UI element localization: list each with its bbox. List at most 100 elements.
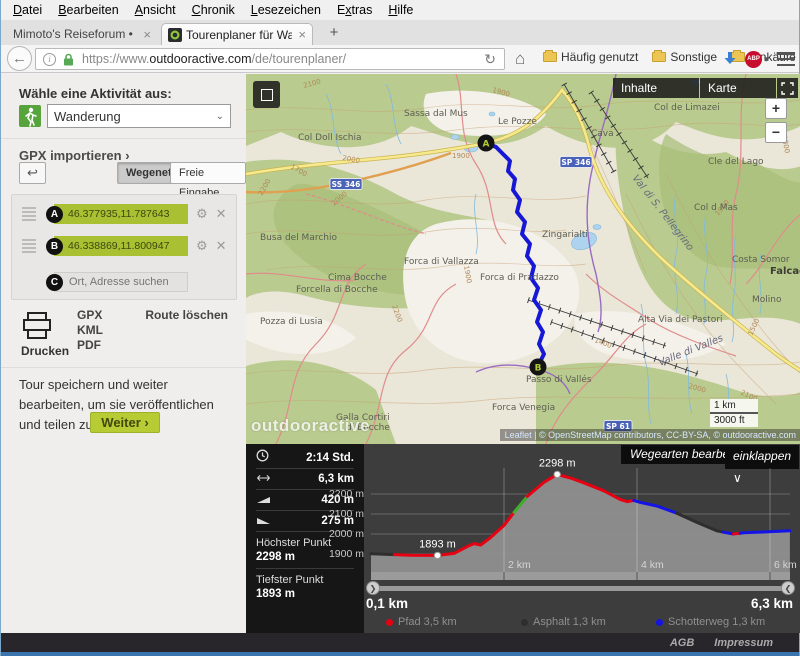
export-gpx-link[interactable]: GPX	[77, 308, 103, 323]
reload-icon[interactable]: ↻	[476, 51, 504, 68]
legend-dot	[386, 619, 393, 626]
adblock-button[interactable]: ABP ▾	[745, 51, 769, 68]
road-shield: SP 346	[561, 158, 590, 167]
gear-icon[interactable]: ⚙	[196, 238, 208, 254]
waytype-legend: Pfad 3,5 kmAsphalt 1,3 kmSchotterweg 1,3…	[386, 616, 791, 628]
activity-value: Wanderung	[54, 109, 121, 124]
menu-lesezeichen[interactable]: Lesezeichen	[243, 1, 329, 19]
route-marker-a[interactable]: A	[478, 135, 495, 152]
printer-icon[interactable]	[21, 312, 53, 345]
continue-button[interactable]: Weiter ›	[90, 412, 160, 433]
folder-icon	[543, 52, 557, 62]
menu-extras[interactable]: Extras	[329, 1, 380, 19]
close-icon[interactable]: ×	[292, 27, 312, 42]
area-select-button[interactable]	[253, 81, 280, 108]
legend-dot	[521, 619, 528, 626]
map-label: Molino	[752, 295, 782, 305]
zoom-controls: + −	[765, 98, 787, 146]
gear-icon[interactable]: ⚙	[196, 206, 208, 222]
legend-label: Asphalt 1,3 km	[533, 616, 606, 628]
undo-button[interactable]: ↩	[19, 162, 46, 184]
elevation-chart[interactable]: 2 km4 km6 km2298 m1893 m	[366, 456, 800, 586]
map-label: Cava	[591, 129, 614, 139]
range-slider[interactable]: ❯ ❮	[370, 586, 791, 591]
tab-reiseforum[interactable]: Mimoto's Reiseforum • Ungel... ×	[9, 23, 157, 45]
address-search-input[interactable]	[54, 272, 188, 292]
remove-waypoint-icon[interactable]: ✕	[216, 206, 227, 222]
drag-handle-icon[interactable]	[22, 239, 36, 254]
outdooractive-watermark: outdooractive	[251, 416, 370, 436]
map-label: Col d Mas	[694, 203, 738, 213]
gpx-import-link[interactable]: GPX importieren ›	[19, 148, 130, 163]
map-label: Cima Bocche	[328, 273, 387, 283]
tab-tourenplaner[interactable]: Tourenplaner für Wandere... ×	[161, 23, 313, 45]
download-icon[interactable]	[723, 51, 737, 71]
waypoint-a-input[interactable]	[54, 204, 188, 224]
menu-datei[interactable]: Datei	[5, 1, 50, 19]
hamburger-menu-button[interactable]	[777, 52, 795, 66]
map[interactable]: SS 346SP 346SP 61 2100190020001800170020…	[246, 74, 800, 444]
map-attribution: Leaflet | © OpenStreetMap contributors, …	[500, 429, 800, 441]
map-label: Zingarialti	[542, 230, 588, 240]
map-label: Forcella di Bocche	[296, 285, 378, 295]
activity-heading: Wähle eine Aktivität aus:	[19, 86, 172, 101]
lowest-point-value: 1893 m	[256, 586, 354, 605]
lowest-point-label: Tiefster Punkt	[256, 569, 354, 586]
impressum-link[interactable]: Impressum	[714, 637, 773, 649]
map-label: Col Doll Ischia	[298, 133, 361, 143]
map-label: Forca Venegia	[492, 403, 555, 413]
legend-dot	[656, 619, 663, 626]
map-label: Costa Somor	[732, 255, 790, 265]
point-label: 1893 m	[419, 538, 456, 550]
map-label: Alta Via dei Pastori	[638, 315, 722, 325]
info-icon[interactable]: i	[43, 53, 56, 66]
topo-map[interactable]: SS 346SP 346SP 61 2100190020001800170020…	[246, 74, 800, 444]
chevron-down-icon: ▾	[764, 54, 769, 65]
route-marker-b[interactable]: B	[530, 359, 547, 376]
back-button[interactable]: ←	[7, 46, 32, 71]
waypoint-b-input[interactable]	[54, 236, 188, 256]
menu-chronik[interactable]: Chronik	[184, 1, 243, 19]
chevron-down-icon: ⌄	[216, 111, 224, 122]
bookmark-häufig-genutzt[interactable]: Häufig genutzt	[543, 50, 638, 64]
slider-handle-right[interactable]: ❮	[781, 581, 795, 595]
x-tick-label: 6 km	[774, 559, 797, 571]
zoom-out-button[interactable]: −	[765, 122, 787, 143]
legend-item: Asphalt 1,3 km	[521, 616, 656, 628]
folder-icon	[652, 52, 666, 62]
menu-hilfe[interactable]: Hilfe	[380, 1, 421, 19]
export-pdf-link[interactable]: PDF	[77, 338, 103, 353]
inhalte-button[interactable]: Inhalte	[613, 78, 699, 98]
drag-handle-icon[interactable]	[22, 207, 36, 222]
tab-title: Tourenplaner für Wandere...	[182, 28, 292, 42]
export-kml-link[interactable]: KML	[77, 323, 103, 338]
range-end-label: 6,3 km	[751, 596, 793, 611]
menu-bar: DateiBearbeitenAnsichtChronikLesezeichen…	[1, 0, 799, 20]
remove-waypoint-icon[interactable]: ✕	[216, 238, 227, 254]
distance-icon	[256, 470, 271, 488]
delete-route-button[interactable]: Route löschen	[145, 308, 228, 322]
page-content: Wähle eine Aktivität aus: Wanderung ⌄ GP…	[1, 74, 799, 652]
menu-bearbeiten[interactable]: Bearbeiten	[50, 1, 126, 19]
activity-select[interactable]: Wanderung ⌄	[47, 104, 231, 128]
divider	[1, 367, 246, 368]
home-icon[interactable]: ⌂	[515, 49, 525, 69]
waypoint-row-a: A ⚙ ✕	[18, 200, 230, 228]
agb-link[interactable]: AGB	[670, 637, 694, 649]
fullscreen-icon	[781, 82, 794, 95]
fullscreen-button[interactable]	[777, 78, 798, 98]
x-tick-label: 4 km	[641, 559, 664, 571]
zoom-in-button[interactable]: +	[765, 98, 787, 119]
new-tab-button[interactable]: +	[321, 26, 347, 42]
print-button[interactable]: Drucken	[21, 344, 69, 358]
menu-ansicht[interactable]: Ansicht	[127, 1, 184, 19]
planner-sidebar: Wähle eine Aktivität aus: Wanderung ⌄ GP…	[1, 74, 246, 633]
karte-button[interactable]: Karte	[700, 78, 776, 98]
tab-freie-eingabe[interactable]: Freie Eingabe	[170, 162, 246, 184]
url-bar[interactable]: i https://www.outdooractive.com/de/toure…	[35, 48, 505, 70]
close-icon[interactable]: ×	[137, 27, 157, 42]
slider-handle-left[interactable]: ❯	[366, 581, 380, 595]
waypoint-badge: B	[46, 238, 63, 255]
url-text[interactable]: https://www.outdooractive.com/de/tourenp…	[82, 52, 476, 66]
bookmark-sonstige[interactable]: Sonstige	[652, 50, 717, 64]
